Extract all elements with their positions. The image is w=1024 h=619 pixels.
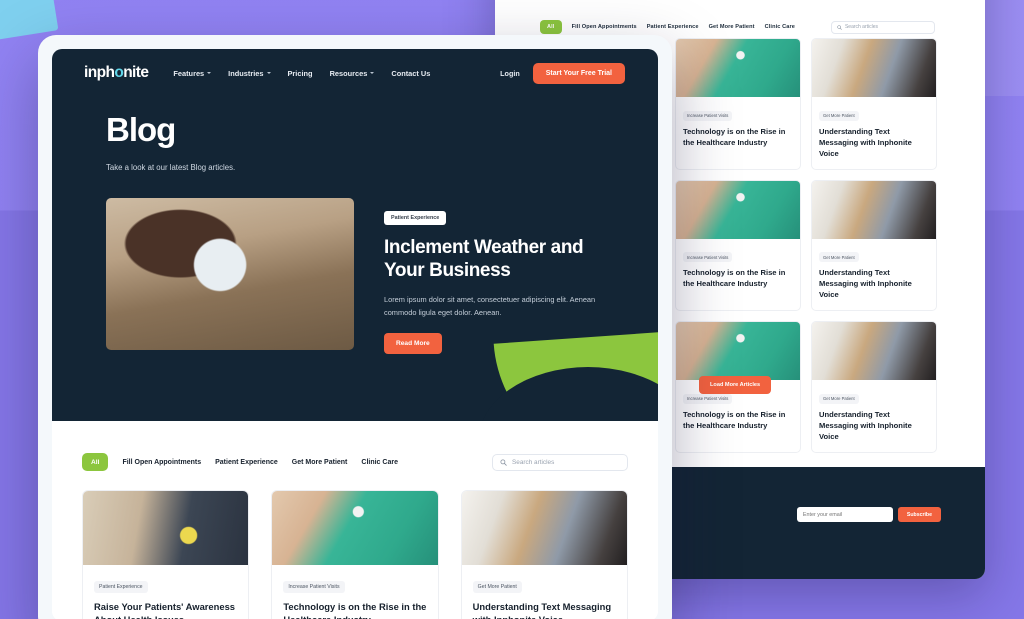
back-filter-tab-get-more-patient[interactable]: Get More Patient — [709, 24, 755, 30]
nav-item-label: Pricing — [287, 68, 313, 78]
nav-item-industries[interactable]: Industries — [228, 68, 271, 78]
article-thumbnail — [812, 39, 936, 97]
article-title[interactable]: Technology is on the Rise in the Healthc… — [683, 409, 793, 431]
list-item[interactable]: Get More Patient Understanding Text Mess… — [811, 38, 937, 170]
list-item[interactable]: Increase Patient Visits Technology is on… — [675, 179, 801, 311]
nav-item-label: Contact Us — [391, 68, 431, 78]
logo-text-part1: inph — [84, 64, 115, 81]
list-item[interactable]: Patient Experience Raise Your Patients' … — [82, 490, 250, 619]
article-thumbnail — [676, 180, 800, 239]
primary-browser-window: inphonite Features Industries Pricing Re… — [38, 35, 672, 619]
article-tag: Get More Patient — [819, 110, 859, 121]
back-search-placeholder: Search articles — [844, 24, 879, 30]
chevron-down-icon — [207, 72, 212, 74]
featured-article-image — [106, 198, 354, 350]
article-thumbnail — [83, 491, 249, 565]
list-item[interactable]: Increase Patient Visits Technology is on… — [271, 490, 439, 619]
filter-tab-patient-experience[interactable]: Patient Experience — [215, 459, 278, 466]
hero-body: Blog Take a look at our latest Blog arti… — [52, 97, 658, 354]
search-placeholder: Search articles — [512, 458, 555, 466]
article-list-section: All Fill Open Appointments Patient Exper… — [52, 421, 658, 619]
filter-tab-fill-open-appointments[interactable]: Fill Open Appointments — [122, 459, 201, 466]
newsletter-email-input[interactable] — [796, 507, 893, 522]
back-search-input[interactable]: Search articles — [830, 20, 935, 34]
nav-item-contact-us[interactable]: Contact Us — [391, 69, 430, 78]
article-thumbnail — [812, 180, 936, 239]
article-tag: Increase Patient Visits — [283, 581, 345, 593]
back-filter-tab-clinic-care[interactable]: Clinic Care — [765, 24, 795, 30]
article-title[interactable]: Understanding Text Messaging with Inphon… — [819, 409, 929, 442]
nav-item-label: Industries — [228, 68, 264, 78]
featured-article[interactable]: Patient Experience Inclement Weather and… — [106, 198, 626, 354]
article-thumbnail — [676, 322, 800, 380]
logo-accent-o: o — [114, 64, 124, 81]
nav-item-pricing[interactable]: Pricing — [288, 69, 313, 78]
list-item[interactable]: Get More Patient Understanding Text Mess… — [811, 321, 937, 453]
load-more-articles-button[interactable]: Load More Articles — [699, 376, 772, 394]
article-thumbnail — [812, 322, 936, 380]
article-tag: Get More Patient — [819, 393, 859, 404]
article-tag: Get More Patient — [819, 252, 859, 262]
featured-article-excerpt: Lorem ipsum dolor sit amet, consectetuer… — [384, 295, 596, 317]
nav-item-label: Features — [173, 68, 205, 78]
chevron-down-icon — [370, 72, 375, 74]
article-title[interactable]: Raise Your Patients' Awareness About Hea… — [94, 600, 237, 619]
list-item[interactable]: Get More Patient Understanding Text Mess… — [811, 179, 937, 311]
search-input[interactable]: Search articles — [492, 453, 628, 471]
subscribe-button[interactable]: Subscribe — [897, 507, 941, 522]
filter-tab-all[interactable]: All — [82, 453, 109, 471]
article-title[interactable]: Understanding Text Messaging with Inphon… — [473, 600, 616, 619]
back-filter-tab-all[interactable]: All — [540, 20, 562, 34]
article-title[interactable]: Technology is on the Rise in the Healthc… — [283, 600, 426, 619]
filter-bar: All Fill Open Appointments Patient Exper… — [82, 453, 628, 471]
list-item[interactable]: Increase Patient Visits Technology is on… — [675, 38, 801, 170]
article-tag: Get More Patient — [472, 581, 522, 593]
nav-item-label: Resources — [329, 68, 368, 78]
newsletter-form: Subscribe — [796, 507, 941, 522]
article-thumbnail — [676, 39, 800, 97]
article-title[interactable]: Understanding Text Messaging with Inphon… — [819, 267, 929, 300]
article-title[interactable]: Technology is on the Rise in the Healthc… — [683, 267, 793, 289]
hero-section: inphonite Features Industries Pricing Re… — [52, 49, 658, 421]
nav-actions: Login Start Your Free Trial — [500, 62, 625, 84]
filter-tab-get-more-patient[interactable]: Get More Patient — [292, 459, 348, 466]
article-thumbnail — [272, 491, 438, 565]
page-title: Blog — [106, 111, 176, 148]
chevron-down-icon — [266, 72, 271, 74]
featured-article-title[interactable]: Inclement Weather and Your Business — [384, 236, 626, 282]
search-icon — [500, 458, 507, 466]
blog-page: inphonite Features Industries Pricing Re… — [52, 49, 658, 619]
read-more-button[interactable]: Read More — [384, 332, 442, 354]
login-link[interactable]: Login — [500, 69, 520, 78]
filter-tab-clinic-care[interactable]: Clinic Care — [361, 459, 398, 466]
article-tag: Increase Patient Visits — [683, 110, 733, 121]
article-title[interactable]: Technology is on the Rise in the Healthc… — [683, 126, 793, 148]
start-free-trial-button[interactable]: Start Your Free Trial — [532, 62, 625, 84]
article-title[interactable]: Understanding Text Messaging with Inphon… — [819, 126, 929, 159]
article-thumbnail — [461, 491, 627, 565]
article-grid: Patient Experience Raise Your Patients' … — [82, 490, 628, 619]
featured-article-tag: Patient Experience — [384, 211, 447, 225]
article-tag: Increase Patient Visits — [683, 393, 733, 404]
back-filter-tab-fill-open-appointments[interactable]: Fill Open Appointments — [572, 24, 637, 30]
page-subtitle: Take a look at our latest Blog articles. — [106, 163, 236, 172]
nav-links: Features Industries Pricing Resources Co… — [173, 69, 430, 78]
back-filter-tab-patient-experience[interactable]: Patient Experience — [647, 24, 699, 30]
article-tag: Increase Patient Visits — [683, 252, 733, 262]
article-tag: Patient Experience — [94, 581, 148, 593]
logo-text-part2: nite — [123, 64, 149, 81]
site-logo[interactable]: inphonite — [84, 64, 149, 82]
search-icon — [837, 24, 842, 30]
nav-item-features[interactable]: Features — [173, 68, 212, 78]
top-navigation-bar: inphonite Features Industries Pricing Re… — [52, 49, 658, 97]
nav-item-resources[interactable]: Resources — [330, 69, 375, 78]
list-item[interactable]: Get More Patient Understanding Text Mess… — [460, 490, 628, 619]
